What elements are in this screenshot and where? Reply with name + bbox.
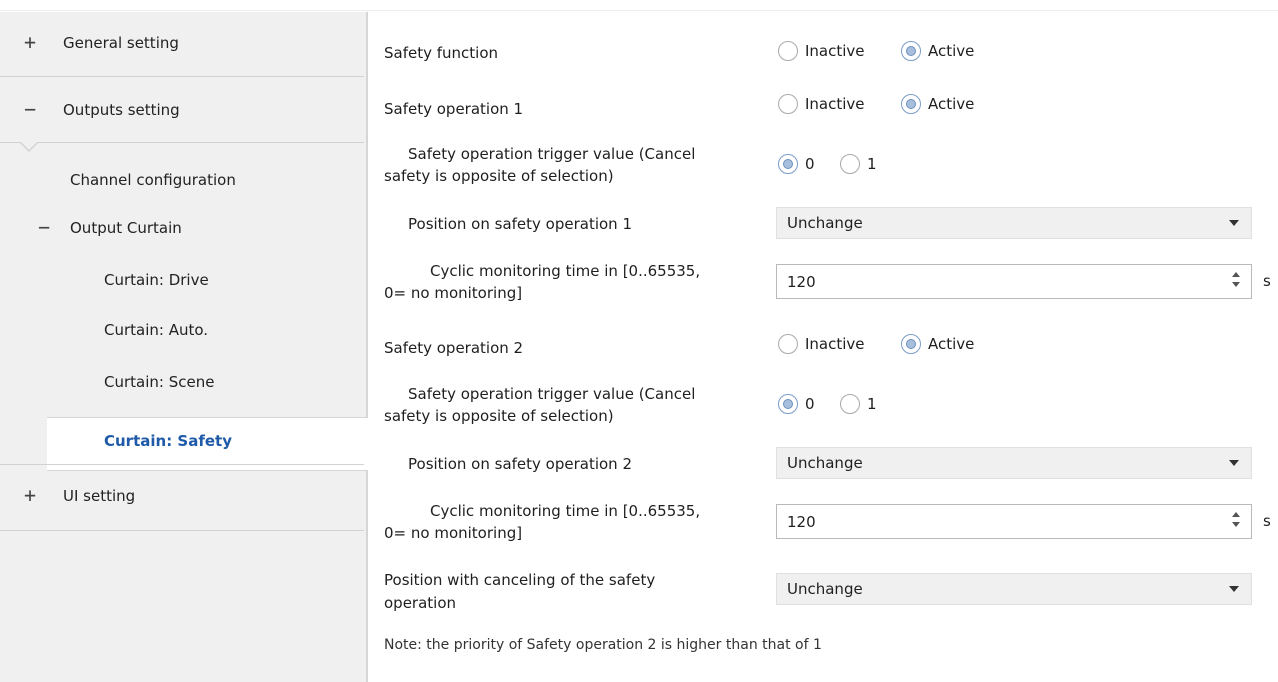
radio-selected-icon[interactable]	[778, 154, 798, 174]
safety-operation-1-label: Safety operation 1	[384, 100, 524, 118]
radio-unselected-icon[interactable]	[840, 154, 860, 174]
radio-label: Active	[928, 42, 975, 60]
monitoring-time-2-label-line2: 0= no monitoring]	[384, 524, 523, 542]
position-2-dropdown[interactable]: Unchange	[776, 447, 1252, 479]
radio-label: Inactive	[805, 42, 865, 60]
safety-function-inactive-radio[interactable]: Inactive	[778, 41, 865, 61]
input-value: 120	[787, 273, 816, 291]
trigger-value-1-one-radio[interactable]: 1	[840, 154, 877, 174]
safety-function-label: Safety function	[384, 44, 499, 62]
divider	[0, 142, 364, 143]
sidebar-item-outputs-setting[interactable]: − Outputs setting	[0, 77, 364, 141]
radio-label: Active	[928, 335, 975, 353]
sidebar-item-label: Curtain: Auto.	[104, 321, 209, 339]
radio-unselected-icon[interactable]	[778, 41, 798, 61]
safety-operation-1-inactive-radio[interactable]: Inactive	[778, 94, 865, 114]
collapse-icon[interactable]: −	[38, 217, 50, 237]
dropdown-value: Unchange	[787, 214, 863, 232]
safety-operation-1-active-radio[interactable]: Active	[901, 94, 974, 114]
position-1-label: Position on safety operation 1	[408, 215, 632, 233]
radio-selected-icon[interactable]	[778, 394, 798, 414]
chevron-down-icon[interactable]	[1229, 586, 1239, 592]
sidebar-item-output-curtain[interactable]: − Output Curtain	[0, 206, 364, 252]
trigger-value-2-label-line1: Safety operation trigger value (Cancel	[408, 385, 696, 403]
cancel-position-label-line2: operation	[384, 594, 457, 612]
sidebar-item-label: Curtain: Drive	[104, 271, 209, 289]
monitoring-time-2-unit: s	[1263, 512, 1271, 530]
input-value: 120	[787, 513, 816, 531]
sidebar-item-label: UI setting	[63, 487, 136, 505]
chevron-down-icon[interactable]	[1229, 460, 1239, 466]
expand-icon[interactable]: +	[24, 32, 36, 52]
safety-function-active-radio[interactable]: Active	[901, 41, 974, 61]
monitoring-time-1-label-line2: 0= no monitoring]	[384, 284, 523, 302]
cancel-position-label-line1: Position with canceling of the safety	[384, 571, 656, 589]
parameter-panel: Safety function Inactive Active Safety o…	[368, 12, 1278, 682]
radio-selected-icon[interactable]	[901, 94, 921, 114]
monitoring-time-1-label-line1: Cyclic monitoring time in [0..65535,	[430, 262, 701, 280]
dropdown-value: Unchange	[787, 454, 863, 472]
spinner-arrows-icon[interactable]	[1231, 512, 1241, 530]
position-1-dropdown[interactable]: Unchange	[776, 207, 1252, 239]
radio-label: 1	[867, 155, 877, 173]
sidebar-item-label: Channel configuration	[70, 171, 236, 189]
sidebar-item-ui-setting[interactable]: + UI setting	[0, 465, 364, 529]
cancel-position-dropdown[interactable]: Unchange	[776, 573, 1252, 605]
monitoring-time-1-unit: s	[1263, 272, 1271, 290]
chevron-down-icon[interactable]	[1229, 220, 1239, 226]
position-2-label: Position on safety operation 2	[408, 455, 632, 473]
monitoring-time-2-input[interactable]: 120	[776, 504, 1252, 539]
priority-note: Note: the priority of Safety operation 2…	[384, 637, 822, 653]
trigger-value-1-zero-radio[interactable]: 0	[778, 154, 815, 174]
sidebar: + General setting − Outputs setting Chan…	[0, 12, 368, 682]
radio-label: 0	[805, 155, 815, 173]
trigger-value-1-label-line2: safety is opposite of selection)	[384, 167, 614, 185]
radio-unselected-icon[interactable]	[778, 334, 798, 354]
monitoring-time-1-input[interactable]: 120	[776, 264, 1252, 299]
divider	[0, 530, 364, 531]
radio-label: 1	[867, 395, 877, 413]
sidebar-item-curtain-auto[interactable]: Curtain: Auto.	[0, 310, 364, 356]
radio-unselected-icon[interactable]	[778, 94, 798, 114]
radio-label: Active	[928, 95, 975, 113]
expand-icon[interactable]: +	[24, 485, 36, 505]
monitoring-time-2-label-line1: Cyclic monitoring time in [0..65535,	[430, 502, 701, 520]
radio-selected-icon[interactable]	[901, 41, 921, 61]
radio-unselected-icon[interactable]	[840, 394, 860, 414]
safety-operation-2-inactive-radio[interactable]: Inactive	[778, 334, 865, 354]
trigger-value-2-label-line2: safety is opposite of selection)	[384, 407, 614, 425]
spinner-arrows-icon[interactable]	[1231, 272, 1241, 290]
dropdown-value: Unchange	[787, 580, 863, 598]
radio-selected-icon[interactable]	[901, 334, 921, 354]
sidebar-item-label: Curtain: Scene	[104, 373, 215, 391]
sidebar-item-label: General setting	[63, 34, 179, 52]
top-border	[0, 0, 1278, 11]
trigger-value-2-zero-radio[interactable]: 0	[778, 394, 815, 414]
sidebar-item-general-setting[interactable]: + General setting	[0, 12, 364, 76]
trigger-value-2-one-radio[interactable]: 1	[840, 394, 877, 414]
sidebar-item-curtain-scene[interactable]: Curtain: Scene	[0, 362, 364, 408]
sidebar-item-channel-configuration[interactable]: Channel configuration	[0, 158, 364, 204]
safety-operation-2-label: Safety operation 2	[384, 339, 524, 357]
sidebar-item-curtain-drive[interactable]: Curtain: Drive	[0, 258, 364, 304]
radio-label: 0	[805, 395, 815, 413]
radio-label: Inactive	[805, 335, 865, 353]
sidebar-item-label: Output Curtain	[70, 219, 182, 237]
collapse-icon[interactable]: −	[24, 99, 36, 119]
sidebar-item-label: Curtain: Safety	[104, 432, 232, 450]
sidebar-item-label: Outputs setting	[63, 101, 180, 119]
radio-label: Inactive	[805, 95, 865, 113]
safety-operation-2-active-radio[interactable]: Active	[901, 334, 974, 354]
sidebar-item-curtain-safety[interactable]: Curtain: Safety	[47, 417, 368, 471]
trigger-value-1-label-line1: Safety operation trigger value (Cancel	[408, 145, 696, 163]
